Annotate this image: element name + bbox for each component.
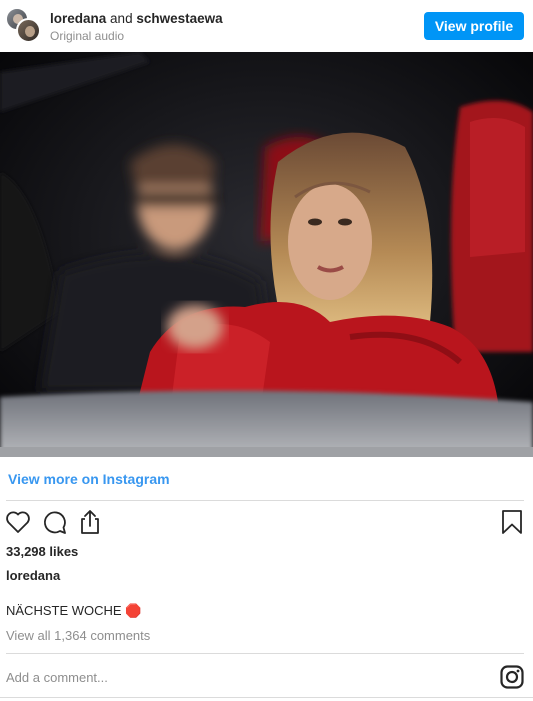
- comment-icon[interactable]: [40, 508, 68, 536]
- author-separator: and: [110, 11, 133, 26]
- view-profile-button[interactable]: View profile: [424, 12, 524, 40]
- view-comments-link[interactable]: View all 1,364 comments: [6, 628, 150, 643]
- post-caption: NÄCHSTE WOCHE 🛑: [6, 603, 142, 618]
- share-icon[interactable]: [76, 508, 104, 536]
- divider: [6, 653, 524, 654]
- caption-username[interactable]: loredana: [6, 568, 60, 583]
- post-header: loredana and schwestaewa Original audio …: [0, 0, 533, 52]
- instagram-logo-icon[interactable]: [500, 665, 524, 689]
- view-more-link[interactable]: View more on Instagram: [8, 471, 170, 487]
- divider: [6, 500, 524, 501]
- video-frame: [0, 52, 533, 457]
- avatars[interactable]: [5, 7, 41, 43]
- coauthor-username[interactable]: schwestaewa: [136, 11, 222, 26]
- action-bar: [0, 508, 533, 536]
- avatar[interactable]: [16, 18, 41, 43]
- bookmark-icon[interactable]: [498, 508, 526, 536]
- comment-row: [0, 659, 533, 699]
- post-media[interactable]: [0, 52, 533, 457]
- divider: [0, 697, 533, 698]
- post-authors: loredana and schwestaewa: [50, 11, 223, 27]
- likes-count[interactable]: 33,298 likes: [6, 544, 78, 559]
- heart-icon[interactable]: [4, 508, 32, 536]
- comment-input[interactable]: [6, 667, 476, 687]
- author-username[interactable]: loredana: [50, 11, 106, 26]
- audio-label[interactable]: Original audio: [50, 29, 124, 43]
